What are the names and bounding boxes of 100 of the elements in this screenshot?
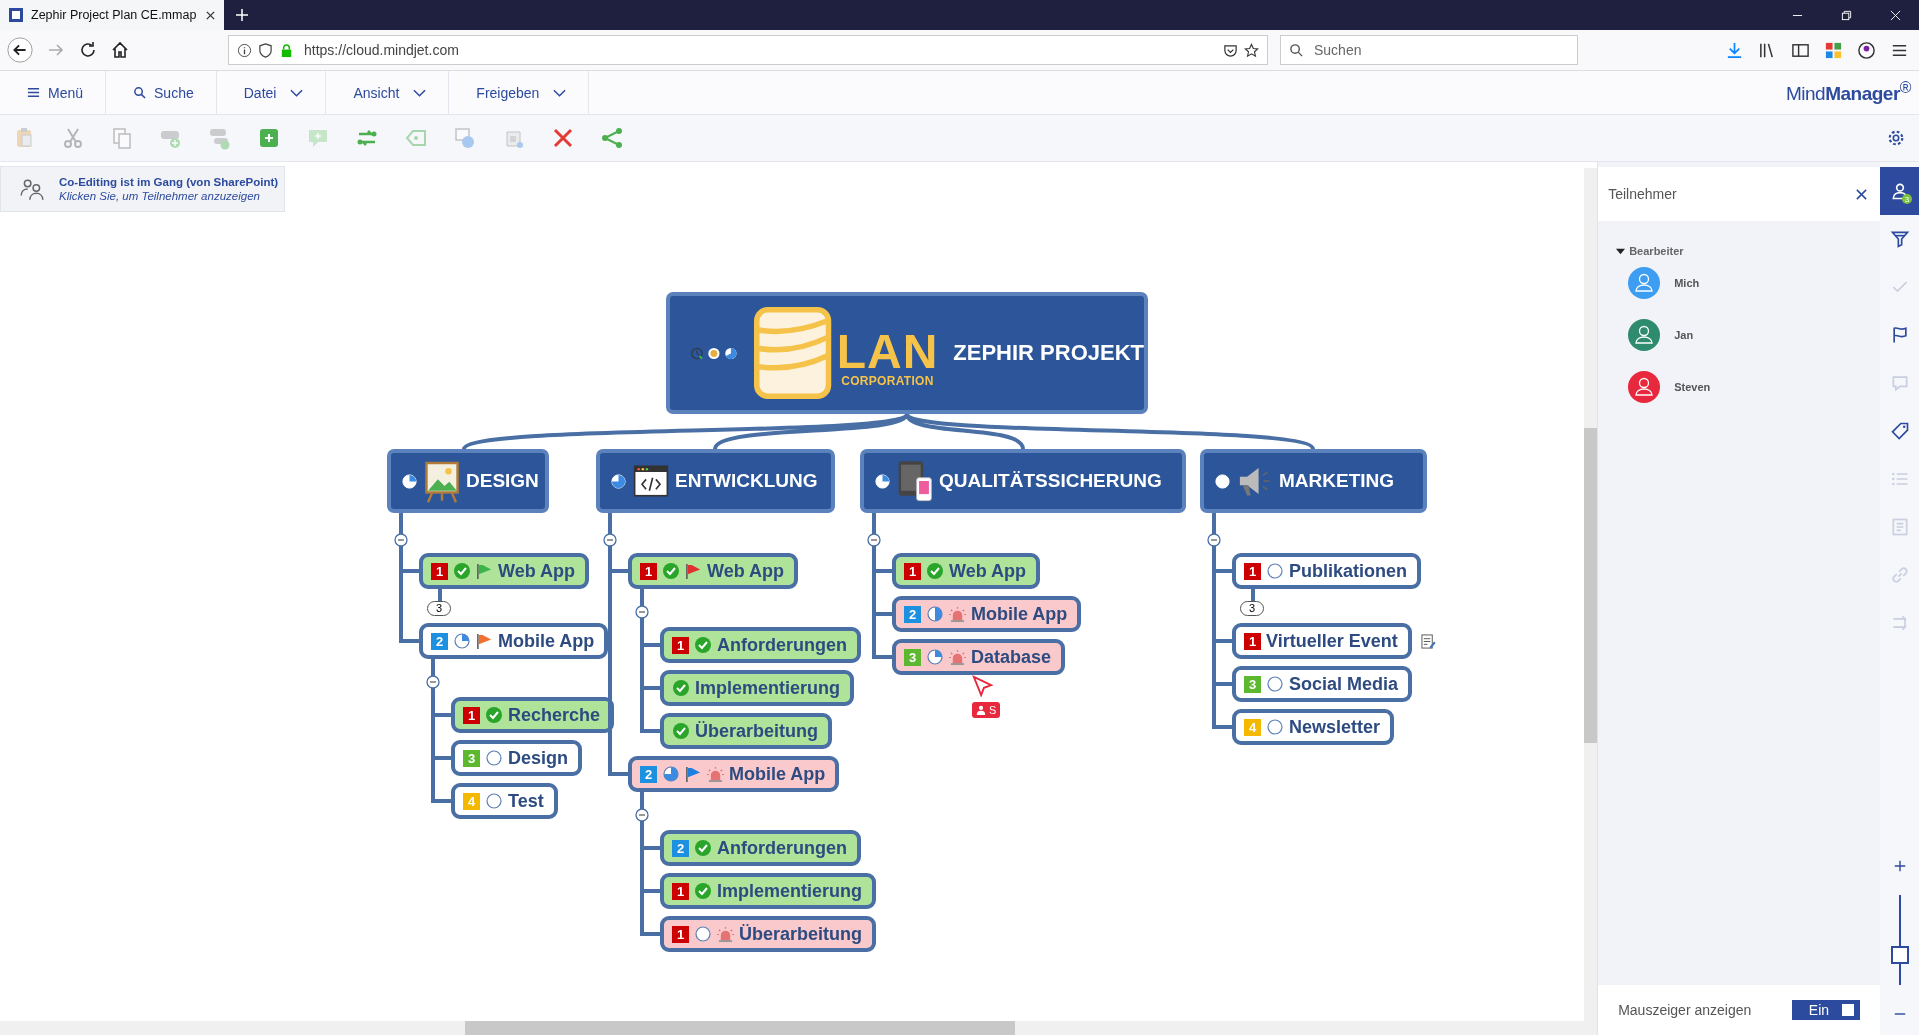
extension-icon[interactable] xyxy=(1824,40,1843,60)
subtopic[interactable]: 3 Design xyxy=(451,740,582,776)
settings-icon[interactable] xyxy=(1887,129,1905,147)
subtopic-label: Implementierung xyxy=(717,880,863,902)
subtopic[interactable]: 3 Social Media xyxy=(1232,666,1413,702)
subtopic[interactable]: 4 Test xyxy=(451,783,558,819)
search-input[interactable]: Suchen xyxy=(1312,41,1556,59)
subtopic[interactable]: 2 Anforderungen xyxy=(660,830,861,866)
back-icon[interactable] xyxy=(6,36,34,64)
subtopic-label: Publikationen xyxy=(1289,560,1407,582)
zoom-in-icon[interactable] xyxy=(1892,859,1907,873)
slider-thumb[interactable] xyxy=(1890,946,1909,964)
note-icon[interactable] xyxy=(1420,634,1436,649)
banner-hint: Klicken Sie, um Teilnehmer anzuzeigen xyxy=(59,190,261,202)
menu-button[interactable]: Menü xyxy=(0,71,107,114)
collapse-icon[interactable] xyxy=(394,533,408,547)
subtopic[interactable]: 1 Publikationen xyxy=(1232,553,1421,589)
download-icon[interactable] xyxy=(1725,40,1744,60)
central-topic[interactable]: LAN CORPORATION ZEPHIR PROJEKT xyxy=(666,292,1148,414)
close-icon[interactable] xyxy=(205,9,216,21)
home-icon[interactable] xyxy=(110,40,130,60)
main-topic[interactable]: ENTWICKLUNG xyxy=(596,449,835,513)
subtopic[interactable]: 1 Web App xyxy=(419,553,589,589)
menu-button[interactable]: Suche xyxy=(106,71,217,114)
participant-name: Jan xyxy=(1674,329,1694,341)
new-tab-icon[interactable] xyxy=(235,8,249,22)
main-topic[interactable]: DESIGN xyxy=(387,449,549,513)
collapse-icon[interactable] xyxy=(635,808,649,822)
subtopic[interactable]: 2 Mobile App xyxy=(892,596,1082,632)
delete-icon[interactable] xyxy=(551,126,575,150)
priority-badge: 3 xyxy=(1244,675,1261,693)
restore-icon[interactable] xyxy=(1841,9,1852,21)
subtopic-label: Newsletter xyxy=(1289,716,1381,738)
share-icon[interactable] xyxy=(600,126,624,150)
subtopic[interactable]: 1 Anforderungen xyxy=(660,627,861,663)
participant-name: Steven xyxy=(1674,381,1711,393)
search-icon xyxy=(1289,42,1304,58)
vertical-scrollbar[interactable] xyxy=(1584,168,1598,1021)
coin-icon xyxy=(706,345,721,361)
main-topic[interactable]: MARKETING xyxy=(1200,449,1427,513)
person-icon xyxy=(976,705,986,715)
priority-badge: 1 xyxy=(904,562,921,580)
collapse-icon[interactable] xyxy=(426,675,440,689)
subtopic[interactable]: 4 Newsletter xyxy=(1232,709,1395,745)
subtopic-label: Database xyxy=(971,646,1052,668)
collapse-icon[interactable] xyxy=(1207,533,1221,547)
collapsed-count[interactable]: 3 xyxy=(1240,601,1265,616)
priority-badge: 1 xyxy=(640,562,657,580)
address-bar[interactable]: https://cloud.mindjet.com xyxy=(228,35,1268,65)
priority-badge: 4 xyxy=(463,792,480,810)
collapse-icon[interactable] xyxy=(867,533,881,547)
pointer-toggle[interactable]: Ein xyxy=(1791,1000,1861,1020)
collapse-icon[interactable] xyxy=(635,605,649,619)
collapse-icon[interactable] xyxy=(603,533,617,547)
search-field[interactable]: Suchen xyxy=(1280,35,1578,65)
collapsed-count[interactable]: 3 xyxy=(427,601,452,616)
account-icon[interactable] xyxy=(1857,40,1876,60)
subtopic[interactable]: 1 Überarbeitung xyxy=(660,916,876,952)
subtopic[interactable]: 2 Mobile App xyxy=(419,623,609,659)
menu-button[interactable]: Freigeben xyxy=(449,71,590,114)
horizontal-scrollbar[interactable] xyxy=(0,1021,1598,1035)
tag-icon[interactable] xyxy=(1889,421,1910,441)
subtopic[interactable]: 1 Recherche xyxy=(451,697,615,733)
main-topic[interactable]: QUALITÄTSSICHERUNG xyxy=(860,449,1186,513)
subtopic-label: Überarbeitung xyxy=(695,720,818,742)
subtopic[interactable]: Überarbeitung xyxy=(660,713,832,749)
plus-icon[interactable] xyxy=(257,126,281,150)
priority-badge: 4 xyxy=(1244,718,1261,736)
subtopic-label: Mobile App xyxy=(498,630,595,652)
subtopic[interactable]: 1 Virtueller Event xyxy=(1232,623,1412,659)
browser-tab[interactable]: Zephir Project Plan CE.mmap xyxy=(0,0,224,30)
subtopic-label: Test xyxy=(508,790,544,812)
menu-button[interactable]: Ansicht xyxy=(326,71,450,114)
subtopic[interactable]: 1 Implementierung xyxy=(660,873,877,909)
menu-button[interactable]: Datei xyxy=(216,71,327,114)
group-header[interactable]: Bearbeiter xyxy=(1616,245,1881,257)
subtopic[interactable]: 3 Database xyxy=(892,639,1066,675)
priority-badge: 1 xyxy=(672,882,689,900)
subtopic[interactable]: 1 Web App xyxy=(892,553,1040,589)
pointer-icon xyxy=(972,675,994,697)
subtopic-label: Recherche xyxy=(508,704,601,726)
logo-subtitle: CORPORATION xyxy=(841,374,934,388)
pocket-icon[interactable] xyxy=(1223,42,1238,58)
filter-icon[interactable] xyxy=(1889,229,1910,249)
url-text: https://cloud.mindjet.com xyxy=(304,42,459,58)
subtopic[interactable]: Implementierung xyxy=(660,670,855,706)
chevron-icon xyxy=(553,87,567,98)
priority-badge: 2 xyxy=(431,632,448,650)
priority-badge: 1 xyxy=(1244,632,1261,650)
subtopic[interactable]: 1 Web App xyxy=(628,553,798,589)
close-icon[interactable] xyxy=(1855,187,1869,201)
clock-icon xyxy=(690,345,704,361)
reload-icon[interactable] xyxy=(78,40,98,60)
star-icon[interactable] xyxy=(1244,42,1259,58)
co-editing-banner[interactable]: Co-Editing ist im Gang (von SharePoint) Klicken Sie, um Teilnehmer anzuzeigen xyxy=(0,166,285,212)
subtopic-label: Web App xyxy=(949,560,1026,582)
user-initial: S xyxy=(989,704,997,716)
subtopic[interactable]: 2 Mobile App xyxy=(628,756,840,792)
main-topic-title: QUALITÄTSSICHERUNG xyxy=(939,470,1162,492)
document-icon xyxy=(8,7,24,23)
